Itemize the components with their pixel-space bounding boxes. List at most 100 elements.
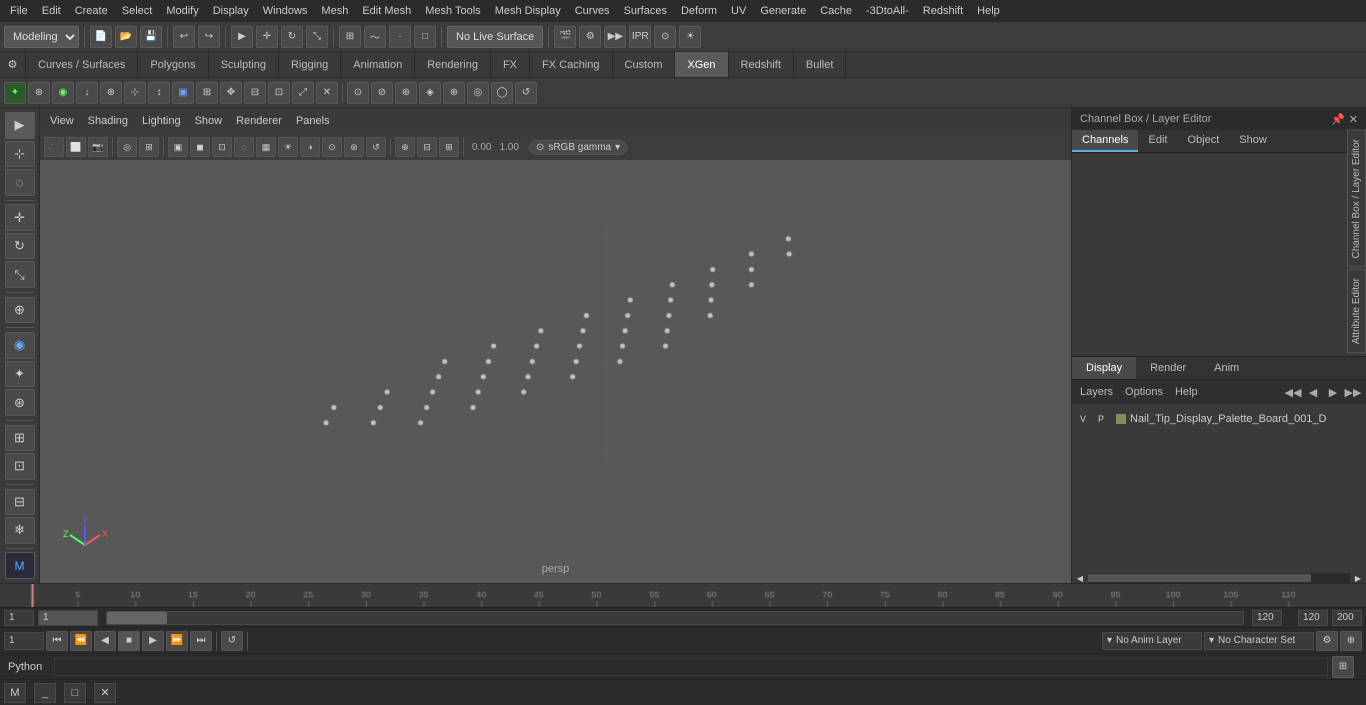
show-tab[interactable]: Show [1229, 130, 1277, 152]
move-tool[interactable]: ✛ [5, 204, 35, 231]
menu-select[interactable]: Select [116, 3, 159, 19]
light-btn[interactable]: ☀ [278, 137, 298, 157]
goto-start-btn[interactable]: ⏮ [46, 631, 68, 651]
menu-curves[interactable]: Curves [569, 3, 616, 19]
grid-toggle[interactable]: ⊞ [5, 425, 35, 452]
save-scene-btn[interactable]: 💾 [140, 26, 162, 48]
menu-edit[interactable]: Edit [36, 3, 67, 19]
frame-range-slider[interactable] [106, 611, 1244, 625]
stop-btn[interactable]: ■ [118, 631, 140, 651]
tab-custom[interactable]: Custom [613, 52, 676, 77]
freeze-tool[interactable]: ❄ [5, 517, 35, 544]
menu-help[interactable]: Help [971, 3, 1006, 19]
render-btn[interactable]: 🎬 [554, 26, 576, 48]
menu-deform[interactable]: Deform [675, 3, 723, 19]
wire-btn[interactable]: ▣ [168, 137, 188, 157]
layer-name-label[interactable]: Nail_Tip_Display_Palette_Board_001_D [1130, 413, 1358, 425]
tab-fx-caching[interactable]: FX Caching [530, 52, 612, 77]
menu-cache[interactable]: Cache [814, 3, 858, 19]
tab-rendering[interactable]: Rendering [415, 52, 491, 77]
current-frame-display[interactable]: 1 [4, 632, 44, 650]
render-settings-btn[interactable]: ⚙ [579, 26, 601, 48]
isolate-btn[interactable]: ◎ [117, 137, 137, 157]
loop-btn[interactable]: ↺ [366, 137, 386, 157]
rotate-tool-btn[interactable]: ↻ [281, 26, 303, 48]
layer-next-btn[interactable]: ▶ [1324, 383, 1342, 401]
camera-btn[interactable]: 🎥 [44, 137, 64, 157]
layer-scrollbar[interactable]: ◀ ▶ [1072, 573, 1366, 583]
layer-prev-btn[interactable]: ◀◀ [1284, 383, 1302, 401]
window-minimize-btn[interactable]: _ [34, 683, 56, 703]
frame-all-btn[interactable]: ⊞ [139, 137, 159, 157]
timeline-area[interactable] [0, 583, 1366, 607]
xgen-btn5[interactable]: ⊕ [100, 82, 122, 104]
channel-box-side-tab[interactable]: Channel Box / Layer Editor [1347, 130, 1366, 268]
layer-next2-btn[interactable]: ▶▶ [1344, 383, 1362, 401]
select-tool-btn[interactable]: ▶ [231, 26, 253, 48]
menu-redshift[interactable]: Redshift [917, 3, 969, 19]
tab-curves-surfaces[interactable]: Curves / Surfaces [26, 52, 138, 77]
undo-btn[interactable]: ↩ [173, 26, 195, 48]
loop-btn[interactable]: ↺ [221, 631, 243, 651]
soft-select-tool[interactable]: ◉ [5, 332, 35, 359]
scale-tool[interactable]: ⤡ [5, 261, 35, 288]
snap-grid-btn[interactable]: ⊞ [339, 26, 361, 48]
viewport-menu-lighting[interactable]: Lighting [138, 113, 185, 129]
wire-shaded-btn[interactable]: ⊡ [212, 137, 232, 157]
xray-active-btn[interactable]: ⊛ [344, 137, 364, 157]
layers-menu-layers[interactable]: Layers [1076, 384, 1117, 400]
layers-menu-options[interactable]: Options [1121, 384, 1167, 400]
tab-polygons[interactable]: Polygons [138, 52, 208, 77]
grid-btn[interactable]: ⊞ [439, 137, 459, 157]
tab-settings-gear[interactable]: ⚙ [0, 52, 26, 77]
xgen-btn6[interactable]: ⊹ [124, 82, 146, 104]
wire-toggle[interactable]: ⊡ [5, 453, 35, 480]
menu-mesh-display[interactable]: Mesh Display [489, 3, 567, 19]
xgen-btn2[interactable]: ⊛ [28, 82, 50, 104]
channel-box-pin[interactable]: 📌 [1331, 113, 1345, 126]
menu-edit-mesh[interactable]: Edit Mesh [356, 3, 417, 19]
redo-btn[interactable]: ↪ [198, 26, 220, 48]
step-fwd-btn[interactable]: ⏩ [166, 631, 188, 651]
no-live-surface-btn[interactable]: No Live Surface [447, 26, 543, 48]
xgen-btn19[interactable]: ⊕ [443, 82, 465, 104]
xgen-btn13[interactable]: ⤢ [292, 82, 314, 104]
viewport-menu-show[interactable]: Show [191, 113, 227, 129]
layer-scroll-left[interactable]: ◀ [1072, 573, 1088, 583]
scale-tool-btn[interactable]: ⤡ [306, 26, 328, 48]
display-tab[interactable]: Display [1072, 357, 1136, 379]
xgen-btn1[interactable]: ✦ [4, 82, 26, 104]
hud-btn[interactable]: ⊕ [395, 137, 415, 157]
layer-row-1[interactable]: V P Nail_Tip_Display_Palette_Board_001_D [1076, 408, 1362, 430]
xgen-btn21[interactable]: ◯ [491, 82, 513, 104]
layers-menu-help[interactable]: Help [1171, 384, 1202, 400]
tab-bullet[interactable]: Bullet [794, 52, 847, 77]
render-seq-btn[interactable]: ▶▶ [604, 26, 626, 48]
menu-create[interactable]: Create [69, 3, 114, 19]
script-editor-btn[interactable]: ⊞ [1332, 656, 1354, 678]
xgen-btn20[interactable]: ◎ [467, 82, 489, 104]
channels-tab[interactable]: Channels [1072, 130, 1138, 152]
viewport[interactable]: persp X Z Y [40, 160, 1071, 583]
window-close-btn[interactable]: ✕ [94, 683, 116, 703]
xgen-btn11[interactable]: ⊟ [244, 82, 266, 104]
tab-fx[interactable]: FX [491, 52, 530, 77]
menu-3dto[interactable]: -3DtoAll- [860, 3, 915, 19]
layer-prev2-btn[interactable]: ◀ [1304, 383, 1322, 401]
cam-attr-btn[interactable]: 📷 [88, 137, 108, 157]
menu-windows[interactable]: Windows [257, 3, 314, 19]
snap-view-btn[interactable]: □ [414, 26, 436, 48]
step-back-btn[interactable]: ⏪ [70, 631, 92, 651]
xgen-btn3[interactable]: ◉ [52, 82, 74, 104]
film-btn[interactable]: ⬜ [66, 137, 86, 157]
range-max-field[interactable]: 200 [1332, 610, 1362, 626]
new-scene-btn[interactable]: 📄 [90, 26, 112, 48]
shaded-btn[interactable]: ◼ [190, 137, 210, 157]
tab-sculpting[interactable]: Sculpting [209, 52, 279, 77]
attribute-editor-side-tab[interactable]: Attribute Editor [1347, 269, 1366, 353]
menu-file[interactable]: File [4, 3, 34, 19]
tab-xgen[interactable]: XGen [675, 52, 728, 77]
pb-settings-btn[interactable]: ⚙ [1316, 631, 1338, 651]
frame-range-thumb[interactable] [107, 612, 167, 624]
no-anim-layer-label[interactable]: ▾ No Anim Layer [1102, 632, 1202, 650]
